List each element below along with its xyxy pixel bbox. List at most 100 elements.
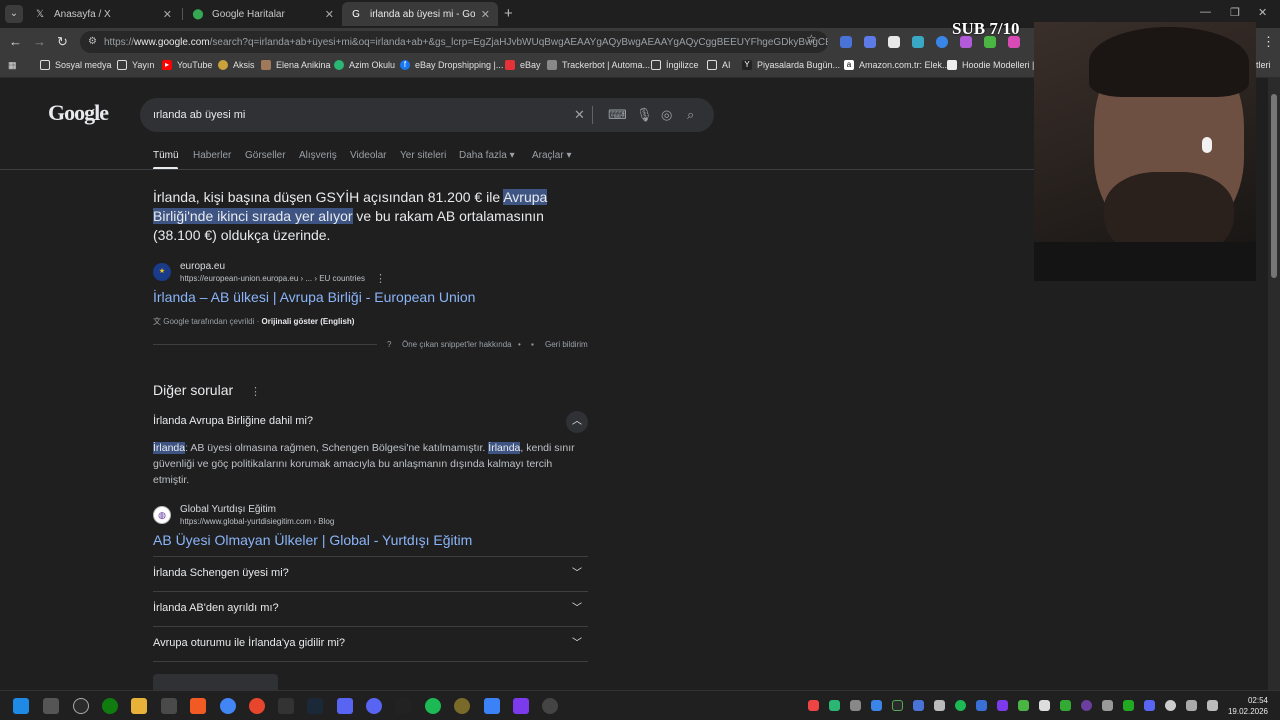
brave-icon[interactable] [190,698,206,714]
clear-icon[interactable]: ✕ [574,107,585,123]
tab-google-search[interactable]: G irlanda ab üyesi mi - Google'da ✕ [342,2,498,26]
page-scrollbar[interactable] [1268,78,1280,690]
bookmark-aksis[interactable]: Aksis [218,60,255,70]
question-item[interactable]: İrlanda Schengen üyesi mi? ﹀ [153,557,588,592]
bookmark-star-icon[interactable]: ☆ [806,32,817,46]
result-title-link[interactable]: İrlanda – AB ülkesi | Avrupa Birliği - E… [153,289,475,305]
windows-start-icon[interactable] [13,698,29,714]
tab-maps[interactable]: ⬤ Google Haritalar ✕ [184,2,342,26]
discord-icon[interactable] [366,698,382,714]
app-icon[interactable] [249,698,265,714]
tray-icon[interactable] [871,700,882,711]
menu-icon[interactable]: ⋮ [1262,34,1275,50]
tab-x[interactable]: 𝕏 Anasayfa / X ✕ [26,2,180,26]
bookmark-yayin[interactable]: Yayın [117,60,154,70]
more-options-icon[interactable]: ⋮ [250,385,261,398]
chrome-icon[interactable] [220,698,236,714]
bookmark-ingilizce[interactable]: İngilizce [651,60,699,70]
tray-icon[interactable] [1144,700,1155,711]
answer-source-link[interactable]: AB Üyesi Olmayan Ülkeler | Global - Yurt… [153,532,472,548]
feedback-link[interactable]: Geri bildirim [545,340,588,349]
bookmark-trackerbot[interactable]: Trackerbot | Automa... [547,60,650,70]
steam-icon[interactable] [307,698,323,714]
tray-icon[interactable] [934,700,945,711]
close-icon[interactable]: ✕ [481,8,490,21]
bookmark-piyasalarda[interactable]: Y Piyasalarda Bugün... [742,60,840,70]
bookmark-elena-anikina[interactable]: Elena Anikina [261,60,331,70]
result-source[interactable]: ★ europa.eu https://european-union.europ… [153,261,365,283]
answer-source[interactable]: ◍ Global Yurtdışı Eğitim https://www.glo… [153,504,334,526]
address-bar[interactable]: ⚙ https://www.google.com/search?q=irland… [80,31,828,53]
tab-videos[interactable]: Videolar [350,150,387,161]
app-icon[interactable] [542,698,558,714]
maximize-button[interactable]: ❐ [1230,6,1240,19]
tab-search-button[interactable]: ⌄ [5,5,23,23]
store-icon[interactable] [161,698,177,714]
app-icon[interactable] [513,698,529,714]
tray-icon[interactable] [1039,700,1050,711]
tray-icon[interactable] [1018,700,1029,711]
tray-icon[interactable] [913,700,924,711]
xbox-icon[interactable] [102,698,118,714]
app-icon[interactable] [454,698,470,714]
tray-icon[interactable] [1123,700,1134,711]
spotify-icon[interactable] [425,698,441,714]
close-icon[interactable]: ✕ [163,8,172,21]
bookmark-overflow[interactable]: tleri [1256,60,1271,70]
tray-icon[interactable] [808,700,819,711]
site-info-icon[interactable]: ⚙ [88,36,97,47]
file-explorer-icon[interactable] [131,698,147,714]
microphone-tray-icon[interactable] [1165,700,1176,711]
tray-icon[interactable] [997,700,1008,711]
extension-icon[interactable] [888,36,900,48]
microphone-icon[interactable]: 🎙 [636,107,653,123]
reload-button[interactable]: ↻ [57,34,68,50]
search-icon[interactable]: ⌕ [687,107,694,123]
question-item[interactable]: Avrupa oturumu ile İrlanda'ya gidilir mi… [153,627,588,662]
lens-icon[interactable]: ◎ [661,107,672,123]
tray-icon[interactable] [829,700,840,711]
tray-icon[interactable] [892,700,903,711]
tray-icon[interactable] [1102,700,1113,711]
tab-tools[interactable]: Araçlar ▾ [532,150,571,161]
app-icon[interactable] [337,698,353,714]
spotify-tray-icon[interactable] [955,700,966,711]
tray-icon[interactable] [850,700,861,711]
bookmark-ebay-dropshipping[interactable]: f eBay Dropshipping |... [400,60,503,70]
forward-button[interactable]: → [33,34,46,49]
bookmark-ebay[interactable]: eBay [505,60,541,70]
about-snippets-link[interactable]: Öne çıkan snippet'ler hakkında [402,340,512,349]
close-window-button[interactable]: ✕ [1258,6,1267,19]
extension-icon[interactable] [864,36,876,48]
google-logo[interactable]: Google [48,100,109,126]
question-item-expanded[interactable]: İrlanda Avrupa Birliğine dahil mi? ︿ [153,405,588,440]
tab-all[interactable]: Tümü [153,150,179,161]
obs-icon[interactable] [73,698,89,714]
bookmark-youtube[interactable]: ▸ YouTube [162,60,212,70]
tab-places[interactable]: Yer siteleri [400,150,446,161]
bookmark-amazon[interactable]: a Amazon.com.tr: Elek... [844,60,950,70]
show-original-link[interactable]: Orijinali göster (English) [262,317,355,326]
tray-icon[interactable] [976,700,987,711]
tab-more[interactable]: Daha fazla ▾ [459,150,515,161]
new-tab-button[interactable]: + [504,5,513,22]
volume-icon[interactable] [1207,700,1218,711]
more-options-icon[interactable]: ⋮ [375,272,386,285]
tab-images[interactable]: Görseller [245,150,286,161]
chevron-down-icon[interactable]: ﹀ [566,633,588,655]
tray-icon[interactable] [1060,700,1071,711]
system-clock[interactable]: 02:54 19.02.2026 [1228,695,1268,717]
network-icon[interactable] [1186,700,1197,711]
terminal-icon[interactable] [395,698,411,714]
tab-shopping[interactable]: Alışveriş [299,150,337,161]
back-button[interactable]: ← [9,34,22,49]
epic-games-icon[interactable] [278,698,294,714]
extension-icon[interactable] [912,36,924,48]
search-input[interactable]: ırlanda ab üyesi mi ✕ ⌨ 🎙 ◎ ⌕ [140,98,714,132]
tray-icon[interactable] [1081,700,1092,711]
task-view-icon[interactable] [43,698,59,714]
translate-extension-icon[interactable] [840,36,852,48]
tab-news[interactable]: Haberler [193,150,231,161]
bookmark-ai[interactable]: AI [707,60,731,70]
bookmark-sosyal-medya[interactable]: Sosyal medya [40,60,112,70]
